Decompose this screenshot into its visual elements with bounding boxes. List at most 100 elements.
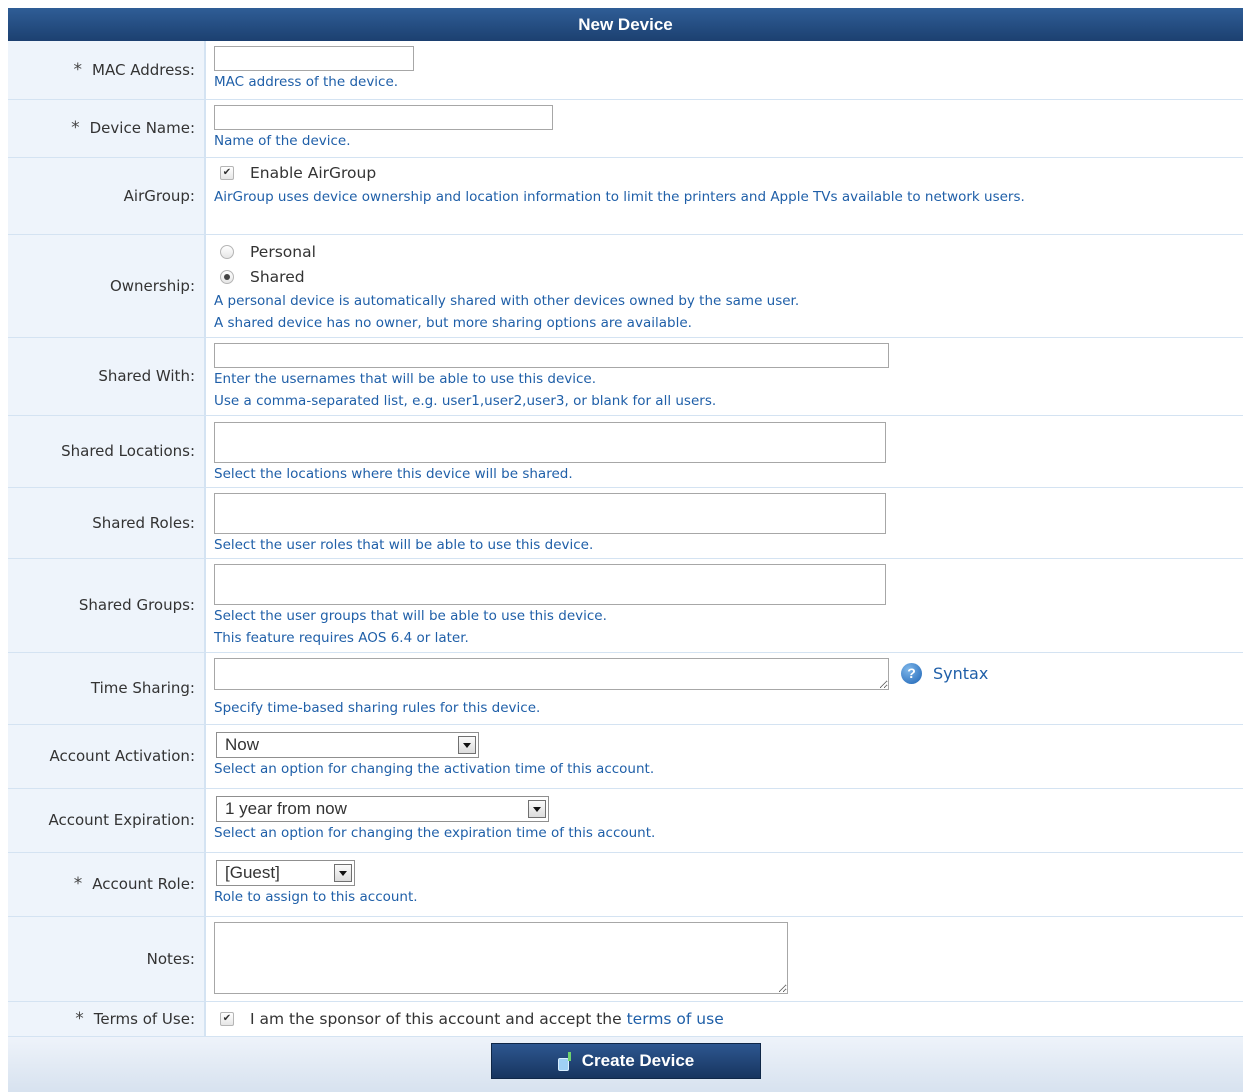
row-shared-roles: Shared Roles: Select the user roles that…	[8, 487, 1243, 559]
shared-with-field-cell: Enter the usernames that will be able to…	[205, 337, 1243, 416]
dropdown-arrow-icon[interactable]	[528, 799, 546, 818]
terms-link[interactable]: terms of use	[627, 1010, 724, 1028]
row-time-sharing: Time Sharing: ? Syntax Specify time-base…	[8, 652, 1243, 725]
dropdown-arrow-icon[interactable]	[334, 863, 352, 882]
shared-with-label-cell: Shared With:	[8, 337, 206, 416]
account-expiration-label: Account Expiration:	[48, 811, 195, 829]
account-expiration-select[interactable]: 1 year from now	[216, 795, 549, 822]
account-role-hint: Role to assign to this account.	[214, 888, 418, 905]
row-notes: Notes:	[8, 916, 1243, 1002]
required-marker: *	[71, 118, 80, 138]
airgroup-checkbox-label[interactable]: Enable AirGroup	[250, 164, 376, 182]
account-role-label-cell: * Account Role:	[8, 852, 206, 917]
shared-roles-label: Shared Roles:	[92, 513, 195, 532]
device-name-label-cell: * Device Name:	[8, 99, 206, 158]
mac-address-field-cell: MAC address of the device.	[205, 41, 1243, 100]
ownership-label-cell: Ownership:	[8, 234, 206, 338]
row-shared-groups: Shared Groups: Select the user groups th…	[8, 558, 1243, 653]
mac-address-label: MAC Address:	[92, 60, 195, 79]
row-account-expiration: Account Expiration: 1 year from now Sele…	[8, 788, 1243, 853]
terms-checkbox[interactable]: ✔	[220, 1011, 234, 1026]
syntax-link-label[interactable]: Syntax	[933, 664, 988, 683]
shared-roles-picker[interactable]	[214, 492, 886, 534]
airgroup-checkbox[interactable]: ✔	[220, 166, 234, 180]
terms-text: I am the sponsor of this account and acc…	[250, 1009, 622, 1028]
account-activation-hint: Select an option for changing the activa…	[214, 760, 655, 777]
account-role-field-cell: [Guest] Role to assign to this account.	[205, 852, 1243, 917]
shared-radio-label[interactable]: Shared	[250, 268, 305, 286]
row-terms-of-use: * Terms of Use: ✔ I am the sponsor of thi…	[8, 1001, 1243, 1037]
shared-locations-picker[interactable]	[214, 421, 886, 463]
shared-locations-label-cell: Shared Locations:	[8, 415, 206, 488]
shared-groups-hint-1: Select the user groups that will be able…	[214, 607, 607, 624]
shared-groups-picker[interactable]	[214, 563, 886, 605]
create-device-button[interactable]: Create Device	[491, 1042, 761, 1079]
terms-label: Terms of Use:	[93, 1009, 195, 1028]
mac-address-input[interactable]	[214, 46, 414, 71]
required-marker: *	[75, 1008, 84, 1029]
account-activation-select[interactable]: Now	[216, 731, 479, 758]
mac-address-label-cell: * MAC Address:	[8, 41, 206, 100]
form-footer: Create Device	[8, 1036, 1243, 1092]
time-sharing-label-cell: Time Sharing:	[8, 652, 206, 725]
shared-with-label: Shared With:	[98, 367, 195, 385]
ownership-option-personal[interactable]: Personal	[214, 240, 1243, 265]
form-title: New Device	[8, 8, 1243, 41]
personal-radio-label[interactable]: Personal	[250, 243, 316, 261]
row-mac-address: * MAC Address: MAC address of the device.	[8, 41, 1243, 100]
airgroup-checkbox-row[interactable]: ✔ Enable AirGroup	[214, 161, 1243, 186]
required-marker: *	[73, 59, 83, 80]
notes-textarea[interactable]	[214, 921, 788, 994]
help-icon[interactable]: ?	[901, 663, 922, 684]
terms-field-cell: ✔ I am the sponsor of this account and a…	[205, 1001, 1243, 1037]
notes-label: Notes:	[146, 949, 195, 968]
terms-label-cell: * Terms of Use:	[8, 1001, 206, 1037]
account-role-label: Account Role:	[92, 875, 195, 893]
ownership-option-shared[interactable]: Shared	[214, 265, 1243, 290]
row-account-activation: Account Activation: Now Select an option…	[8, 724, 1243, 789]
airgroup-label-cell: AirGroup:	[8, 157, 206, 235]
airgroup-label: AirGroup:	[123, 186, 195, 205]
ownership-label: Ownership:	[109, 276, 195, 295]
device-add-icon	[557, 1051, 574, 1071]
row-account-role: * Account Role: [Guest] Role to assign to…	[8, 852, 1243, 917]
shared-locations-hint: Select the locations where this device w…	[214, 465, 573, 482]
account-role-select[interactable]: [Guest]	[216, 859, 355, 886]
account-activation-value: Now	[225, 734, 260, 754]
shared-roles-label-cell: Shared Roles:	[8, 487, 206, 559]
ownership-hint-shared: A shared device has no owner, but more s…	[214, 314, 692, 331]
shared-with-hint-2: Use a comma-separated list, e.g. user1,u…	[214, 392, 717, 409]
mac-address-hint: MAC address of the device.	[214, 74, 399, 90]
device-name-label: Device Name:	[89, 119, 195, 137]
account-role-value: [Guest]	[225, 862, 280, 882]
shared-with-input[interactable]	[214, 342, 889, 368]
device-name-field-cell: Name of the device.	[205, 99, 1243, 158]
shared-radio[interactable]	[220, 270, 234, 284]
airgroup-hint: AirGroup uses device ownership and locat…	[214, 188, 1025, 205]
form-rows: * MAC Address: MAC address of the device.…	[8, 41, 1243, 1037]
account-expiration-hint: Select an option for changing the expira…	[214, 824, 656, 841]
shared-roles-field-cell: Select the user roles that will be able …	[205, 487, 1243, 559]
account-activation-label-cell: Account Activation:	[8, 724, 206, 789]
account-activation-field-cell: Now Select an option for changing the ac…	[205, 724, 1243, 789]
account-expiration-field-cell: 1 year from now Select an option for cha…	[205, 788, 1243, 853]
device-name-hint: Name of the device.	[214, 132, 351, 149]
shared-with-hint-1: Enter the usernames that will be able to…	[214, 370, 597, 387]
row-ownership: Ownership: Personal Shared A personal de…	[8, 234, 1243, 338]
dropdown-arrow-icon[interactable]	[458, 735, 476, 754]
personal-radio[interactable]	[220, 245, 234, 259]
shared-locations-field-cell: Select the locations where this device w…	[205, 415, 1243, 488]
row-shared-locations: Shared Locations: Select the locations w…	[8, 415, 1243, 488]
create-device-button-label[interactable]: Create Device	[582, 1051, 694, 1071]
notes-label-cell: Notes:	[8, 916, 206, 1002]
syntax-link[interactable]: ? Syntax	[901, 663, 988, 684]
row-shared-with: Shared With: Enter the usernames that wi…	[8, 337, 1243, 416]
terms-checkbox-row[interactable]: ✔ I am the sponsor of this account and a…	[214, 1006, 1243, 1031]
new-device-form: New Device * MAC Address: MAC address of …	[8, 8, 1243, 1092]
shared-groups-hint-2: This feature requires AOS 6.4 or later.	[214, 629, 469, 646]
time-sharing-textarea[interactable]	[214, 657, 889, 690]
shared-locations-label: Shared Locations:	[61, 442, 195, 460]
device-name-input[interactable]	[214, 104, 553, 130]
time-sharing-hint: Specify time-based sharing rules for thi…	[214, 699, 541, 716]
shared-groups-label: Shared Groups:	[78, 596, 195, 614]
